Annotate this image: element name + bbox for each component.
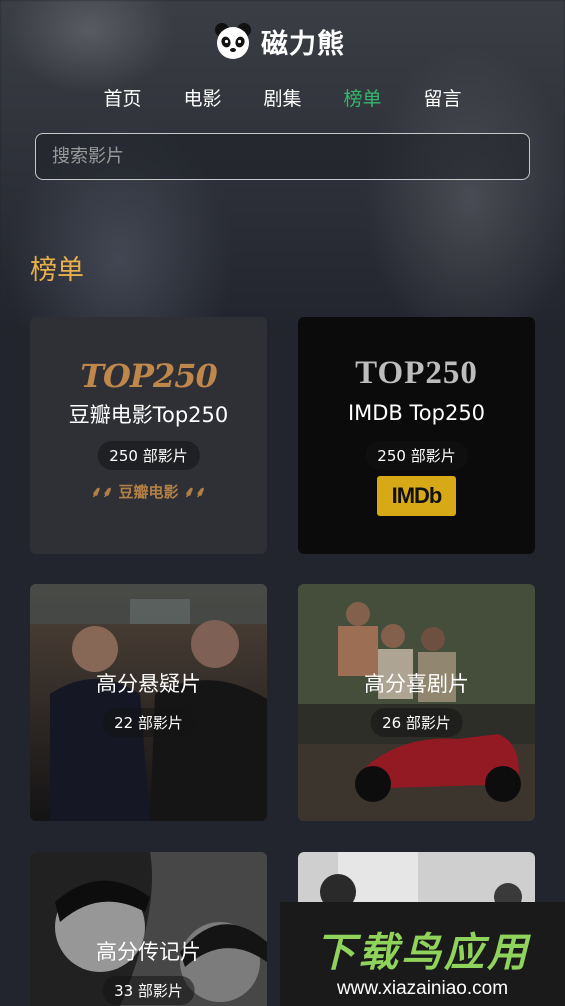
card-count-badge: 22 部影片 — [102, 708, 195, 737]
laurel-right-icon: ⸙⸙ — [178, 483, 207, 501]
card-count-badge: 33 部影片 — [102, 976, 195, 1005]
main-nav: 首页 电影 剧集 榜单 留言 — [0, 84, 565, 111]
watermark-title: 下载鸟应用 — [315, 930, 530, 976]
poster-image — [298, 584, 535, 821]
douban-laurel: ⸙⸙ 豆瓣电影 ⸙⸙ — [30, 481, 267, 502]
panda-icon — [215, 23, 251, 59]
logo[interactable]: 磁力熊 — [213, 20, 345, 62]
ranking-card-imdb[interactable]: TOP250 IMDB Top250 250 部影片 IMDb — [298, 317, 535, 554]
search-input[interactable] — [52, 146, 513, 167]
ranking-card-mystery[interactable]: 高分悬疑片 22 部影片 — [30, 584, 267, 821]
watermark-banner: 下载鸟应用 www.xiazainiao.com — [280, 902, 565, 1006]
card-title: 高分传记片 — [96, 940, 201, 964]
top250-logo: TOP250 — [355, 355, 478, 391]
watermark-url: www.xiazainiao.com — [336, 978, 509, 999]
imdb-logo: IMDb — [377, 476, 456, 516]
nav-item-messages[interactable]: 留言 — [424, 84, 462, 111]
card-title: 高分悬疑片 — [96, 672, 201, 696]
douban-badge-text: 豆瓣电影 — [118, 483, 179, 501]
nav-item-home[interactable]: 首页 — [103, 84, 141, 111]
top250-logo: TOP250 — [80, 357, 218, 395]
app-title: 磁力熊 — [261, 28, 345, 60]
ranking-card-comedy[interactable]: 高分喜剧片 26 部影片 — [298, 584, 535, 821]
nav-item-movies[interactable]: 电影 — [183, 84, 221, 111]
section-title: 榜单 — [30, 255, 84, 286]
ranking-card-douban[interactable]: TOP250 豆瓣电影Top250 250 部影片 ⸙⸙ 豆瓣电影 ⸙⸙ — [30, 317, 267, 554]
poster-image — [30, 584, 267, 821]
ranking-card-biography[interactable]: 高分传记片 33 部影片 — [30, 852, 267, 1006]
card-count-badge: 250 部影片 — [97, 441, 200, 470]
card-count-badge: 26 部影片 — [370, 708, 463, 737]
card-title: 高分喜剧片 — [364, 672, 469, 696]
nav-item-series[interactable]: 剧集 — [263, 84, 301, 111]
card-title: 豆瓣电影Top250 — [68, 403, 229, 427]
card-count-badge: 250 部影片 — [365, 441, 468, 470]
card-title: IMDB Top250 — [347, 401, 486, 425]
search-box — [35, 133, 530, 180]
laurel-left-icon: ⸙⸙ — [90, 483, 119, 501]
nav-item-rankings[interactable]: 榜单 — [344, 84, 382, 111]
